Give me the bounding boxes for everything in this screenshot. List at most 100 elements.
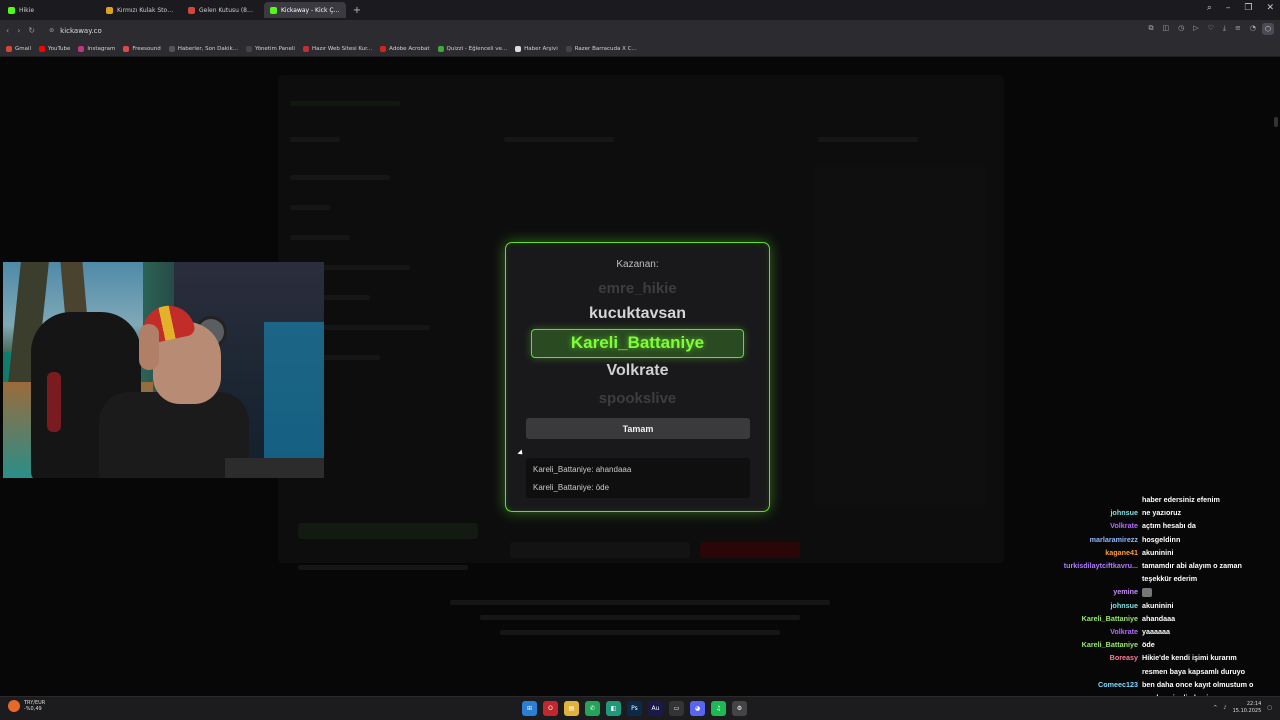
- candidate-name: kucuktavsan: [589, 305, 686, 322]
- tab-hikie[interactable]: Hikie: [2, 2, 98, 18]
- chat-username[interactable]: Boreasy: [1010, 651, 1142, 664]
- chat-username[interactable]: johnsue: [1010, 599, 1142, 612]
- winner-modal: Kazanan: emre_hikie kucuktavsan Kareli_B…: [505, 242, 770, 512]
- screenshot-icon[interactable]: ◫: [1163, 24, 1170, 33]
- whatsapp-icon[interactable]: ✆: [585, 701, 600, 716]
- chat-message: Kareli_Battaniye öde: [1010, 638, 1278, 651]
- chat-username[interactable]: kagane41: [1010, 546, 1142, 559]
- chat-username[interactable]: Comeec123: [1010, 678, 1142, 691]
- system-tray: ^ ♪ 22:14 15.10.2025 ▢: [1213, 701, 1272, 715]
- chevron-up-icon[interactable]: ^: [1213, 705, 1217, 711]
- chat-text: resmen baya kapsamlı duruyo: [1142, 666, 1246, 676]
- chat-text: yaaaaaa: [1142, 627, 1170, 637]
- file-explorer-icon[interactable]: ▤: [564, 701, 579, 716]
- chat-message: Volkrate yaaaaaa: [1010, 625, 1278, 638]
- clock[interactable]: 22:14 15.10.2025: [1233, 701, 1262, 715]
- gaming-chair: [47, 372, 61, 432]
- favorites-icon[interactable]: ♡: [1208, 24, 1214, 33]
- bookmark-youtube[interactable]: YouTube: [39, 45, 70, 52]
- app-icon[interactable]: ◧: [606, 701, 621, 716]
- store-favicon-icon: [106, 6, 113, 14]
- profile-icon[interactable]: ◔: [1250, 24, 1256, 33]
- gmail-icon: [6, 45, 12, 52]
- chat-username[interactable]: Kareli_Battaniye: [1010, 612, 1142, 625]
- minimize-icon[interactable]: –: [1226, 3, 1231, 13]
- winner-title: Kazanan:: [616, 259, 659, 270]
- photoshop-icon[interactable]: Ps: [627, 701, 642, 716]
- dimmed-line: [290, 235, 350, 240]
- chat-username[interactable]: [1010, 493, 1142, 506]
- forward-icon[interactable]: ›: [17, 26, 20, 35]
- bookmark-yonetim[interactable]: Yönetim Paneli: [245, 45, 295, 52]
- dimmed-list: [814, 165, 986, 505]
- kick-favicon-icon: [8, 6, 15, 14]
- tab-store[interactable]: Kırmızı Kulak Store | Hikie: [100, 2, 180, 18]
- clock-time: 22:14: [1246, 701, 1262, 707]
- new-tab-button[interactable]: +: [350, 3, 364, 17]
- chat-text: ahandaaa: [1142, 613, 1176, 623]
- audition-icon[interactable]: Au: [648, 701, 663, 716]
- opera-gx-icon[interactable]: O: [543, 701, 558, 716]
- app-icon[interactable]: ▭: [669, 701, 684, 716]
- extension-icon[interactable]: ⬡: [1262, 23, 1274, 35]
- chat-text: teşekkür ederim: [1142, 574, 1198, 584]
- bookmark-quizzi[interactable]: Quizzi - Eğlenceli ve...: [437, 45, 507, 52]
- notifications-icon[interactable]: ▢: [1267, 705, 1272, 711]
- browser-tab-bar: Hikie Kırmızı Kulak Store | Hikie Gelen …: [0, 0, 1280, 20]
- weather-widget[interactable]: TRY/EUR -%0,49: [8, 700, 45, 712]
- chat-username[interactable]: [1010, 665, 1142, 678]
- ok-button[interactable]: Tamam: [526, 418, 750, 439]
- chat-message: teşekkür ederim: [1010, 572, 1278, 585]
- start-icon[interactable]: ⊞: [522, 701, 537, 716]
- scrollbar[interactable]: [1274, 117, 1278, 127]
- quizzi-icon: [437, 45, 444, 52]
- search-tabs-icon[interactable]: ⌕: [1207, 3, 1212, 13]
- chat-message: kagane41 akuninini: [1010, 546, 1278, 559]
- bookmark-hazir-web[interactable]: Hazır Web Sitesi Kur...: [302, 45, 372, 52]
- chat-username[interactable]: yemine: [1010, 585, 1142, 598]
- chat-username[interactable]: Volkrate: [1010, 519, 1142, 532]
- reload-icon[interactable]: ↻: [28, 26, 35, 35]
- archive-icon: [515, 45, 522, 52]
- bookmark-adobe[interactable]: Adobe Acrobat: [380, 45, 430, 52]
- bookmark-gmail[interactable]: Gmail: [6, 45, 31, 52]
- bookmark-haber-arsivi[interactable]: Haber Arşivi: [515, 45, 558, 52]
- spotify-icon[interactable]: ♫: [711, 701, 726, 716]
- razer-icon: [565, 45, 572, 52]
- chat-username[interactable]: Volkrate: [1010, 625, 1142, 638]
- settings-icon[interactable]: ⚙: [732, 701, 747, 716]
- bookmark-freesound[interactable]: Freesound: [123, 45, 161, 52]
- url-field[interactable]: ⊜ kickaway.co: [45, 23, 1105, 38]
- winner-message: Kareli_Battaniye: öde: [533, 483, 610, 492]
- gmail-favicon-icon: [188, 6, 195, 14]
- desk: [225, 458, 324, 478]
- clock-date: 15.10.2025: [1232, 708, 1262, 714]
- chat-message: yemine: [1010, 585, 1278, 598]
- history-icon[interactable]: ◷: [1178, 24, 1184, 33]
- chat-username[interactable]: johnsue: [1010, 506, 1142, 519]
- bookmark-haberler[interactable]: Haberler, Son Dakik...: [168, 45, 238, 52]
- site-info-icon[interactable]: ⊜: [49, 27, 54, 34]
- kick-favicon-icon: [270, 6, 277, 14]
- close-icon[interactable]: ✕: [1266, 3, 1274, 13]
- chat-username[interactable]: turkisdilaytciftkavru...: [1010, 559, 1142, 572]
- discord-icon[interactable]: ◕: [690, 701, 705, 716]
- back-icon[interactable]: ‹: [6, 26, 9, 35]
- player-icon[interactable]: ▷: [1193, 24, 1198, 33]
- chat-text: [1142, 585, 1278, 598]
- bookmark-instagram[interactable]: Instagram: [78, 45, 115, 52]
- bookmark-razer[interactable]: Razer Barracuda X C...: [565, 45, 637, 52]
- volume-icon[interactable]: ♪: [1223, 705, 1226, 711]
- tab-gmail[interactable]: Gelen Kutusu (87) - kırmı: [182, 2, 262, 18]
- dimmed-label: [818, 137, 918, 142]
- install-app-icon[interactable]: ⧉: [1149, 24, 1154, 33]
- maximize-icon[interactable]: ❐: [1244, 3, 1252, 13]
- chat-username[interactable]: Kareli_Battaniye: [1010, 638, 1142, 651]
- download-icon[interactable]: ⤓: [1223, 24, 1226, 33]
- menu-icon[interactable]: ≡: [1235, 24, 1241, 33]
- chat-username[interactable]: marlaramirezz: [1010, 533, 1142, 546]
- chat-username[interactable]: [1010, 572, 1142, 585]
- tab-kickaway[interactable]: Kickaway - Kick Çekiliş Ar: [264, 2, 346, 18]
- chat-message: Kareli_Battaniye ahandaaa: [1010, 612, 1278, 625]
- chat-message: resmen baya kapsamlı duruyo: [1010, 665, 1278, 678]
